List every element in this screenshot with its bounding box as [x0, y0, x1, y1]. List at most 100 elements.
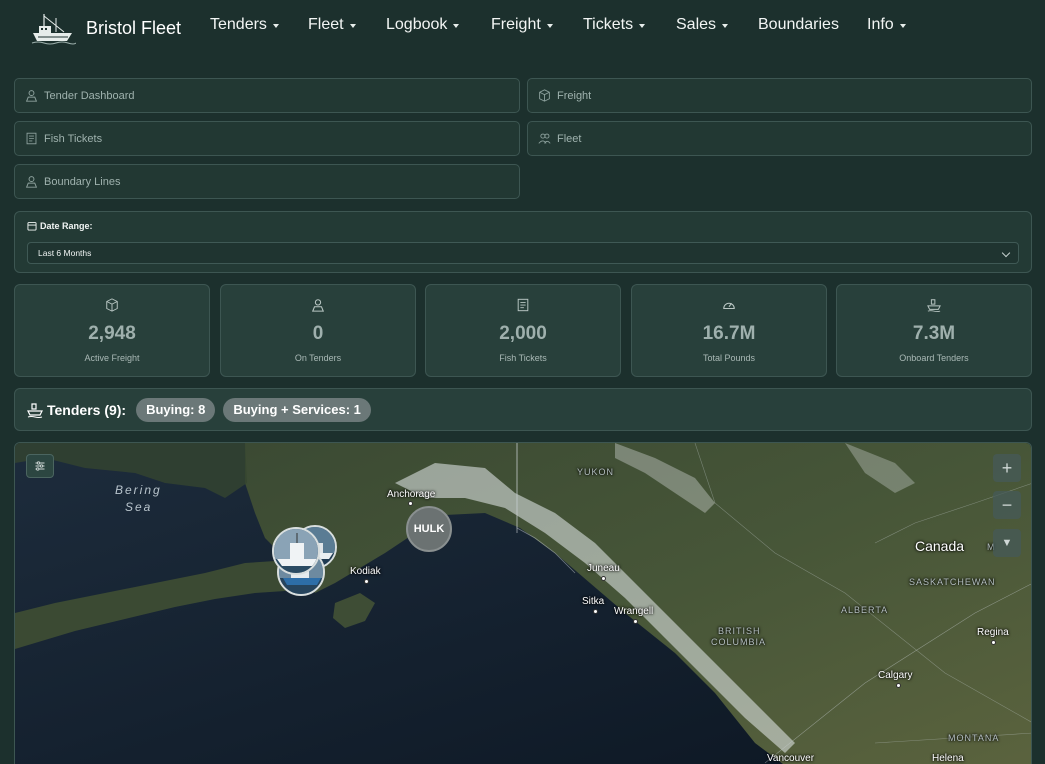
map-label-wrangell: Wrangell: [614, 606, 654, 617]
stat-on-tenders: 0 On Tenders: [220, 284, 416, 377]
user-pin-icon: [25, 90, 38, 102]
tenders-title: Tenders (9):: [27, 402, 126, 418]
tender-marker[interactable]: [272, 527, 320, 575]
map-label-sitka: Sitka: [582, 596, 605, 607]
city-dot: [896, 683, 901, 688]
nav-tenders[interactable]: Tenders: [210, 16, 279, 34]
stat-onboard-tenders: 7.3M Onboard Tenders: [836, 284, 1032, 377]
date-range-card: Date Range: Last 6 Months: [14, 211, 1032, 273]
nav-boundaries[interactable]: Boundaries: [758, 16, 839, 34]
fish-tickets-select[interactable]: Fish Tickets: [14, 121, 520, 156]
tender-dashboard-select[interactable]: Tender Dashboard: [14, 78, 520, 113]
city-dot: [633, 619, 638, 624]
stat-value: 0: [312, 323, 324, 344]
map-label-vancouver: Vancouver: [767, 753, 815, 764]
tender-marker-hulk[interactable]: HULK: [406, 506, 452, 552]
map-label-kodiak: Kodiak: [350, 566, 381, 577]
tender-dashboard-placeholder: Tender Dashboard: [44, 89, 135, 102]
stat-value: 2,948: [88, 323, 136, 344]
zoom-out-button[interactable]: −: [993, 491, 1021, 519]
user-pin-icon: [25, 176, 38, 188]
layers-button[interactable]: [26, 454, 54, 478]
map-label-calgary: Calgary: [878, 670, 913, 681]
caret-down-icon: [899, 24, 906, 28]
fishing-boat-icon: [31, 14, 76, 45]
date-range-label-text: Date Range:: [40, 221, 93, 231]
caret-down-icon: [349, 24, 356, 28]
stat-active-freight: 2,948 Active Freight: [14, 284, 210, 377]
tenders-bar: Tenders (9): Buying: 8 Buying + Services…: [14, 388, 1032, 431]
map-label-columbia: COLUMBIA: [711, 637, 767, 647]
nav-freight-label: Freight: [491, 16, 541, 33]
map-label-yukon: YUKON: [577, 467, 615, 477]
map-label-anchorage: Anchorage: [387, 489, 436, 500]
freight-placeholder: Freight: [557, 89, 592, 102]
buying-services-badge[interactable]: Buying + Services: 1: [223, 397, 371, 422]
reset-north-button[interactable]: ▼: [993, 529, 1021, 557]
map-label-alberta: ALBERTA: [841, 605, 889, 615]
date-range-select[interactable]: Last 6 Months: [27, 242, 1019, 264]
date-range-value: Last 6 Months: [38, 248, 92, 258]
brand[interactable]: Bristol Fleet: [30, 10, 181, 46]
caret-down-icon: [272, 24, 279, 28]
stat-label: On Tenders: [294, 353, 342, 363]
tender-map[interactable]: Bering Sea YUKON Anchorage Kodiak Juneau…: [14, 442, 1032, 764]
stat-value: 16.7M: [702, 323, 756, 344]
stat-total-pounds: 16.7M Total Pounds: [631, 284, 827, 377]
calendar-icon: [27, 222, 37, 231]
fleet-placeholder: Fleet: [557, 132, 582, 145]
brand-name: Bristol Fleet: [86, 17, 182, 38]
nav-sales[interactable]: Sales: [676, 16, 729, 34]
receipt-icon: [517, 298, 529, 312]
tenders-title-text: Tenders (9):: [47, 401, 127, 418]
fish-tickets-placeholder: Fish Tickets: [44, 132, 103, 145]
nav-fleet-label: Fleet: [308, 16, 344, 33]
nav-logbook[interactable]: Logbook: [386, 16, 460, 34]
map-label-canada: Canada: [915, 538, 965, 554]
stat-fish-tickets: 2,000 Fish Tickets: [425, 284, 621, 377]
nav-fleet[interactable]: Fleet: [308, 16, 356, 34]
date-range-label: Date Range:: [27, 221, 93, 231]
nav-sales-label: Sales: [676, 16, 717, 33]
buying-badge[interactable]: Buying: 8: [136, 397, 216, 422]
map-label-sea: Sea: [125, 500, 153, 514]
nav-info-label: Info: [867, 16, 894, 33]
stat-value: 2,000: [499, 323, 547, 344]
city-dot: [991, 640, 996, 645]
nav-logbook-label: Logbook: [386, 16, 448, 33]
fleet-select[interactable]: Fleet: [527, 121, 1032, 156]
stat-label: Active Freight: [84, 353, 140, 363]
nav-info[interactable]: Info: [867, 16, 906, 34]
zoom-in-button[interactable]: +: [993, 454, 1021, 482]
caret-down-icon: [722, 24, 729, 28]
map-label-montana: MONTANA: [948, 733, 1000, 743]
map-label-regina: Regina: [977, 627, 1009, 638]
caret-down-icon: [639, 24, 646, 28]
satellite-map-image: [15, 443, 1031, 764]
freight-select[interactable]: Freight: [527, 78, 1032, 113]
city-dot: [601, 576, 606, 581]
sliders-icon: [35, 461, 45, 471]
nav-tickets[interactable]: Tickets: [583, 16, 646, 34]
receipt-icon: [26, 132, 37, 145]
map-label-saskatchewan: SASKATCHEWAN: [909, 577, 996, 587]
map-label-bering: Bering: [115, 483, 162, 497]
city-dot: [408, 501, 413, 506]
stat-label: Onboard Tenders: [899, 353, 969, 363]
nav-freight[interactable]: Freight: [491, 16, 553, 34]
city-dot: [364, 579, 369, 584]
users-icon: [538, 133, 551, 144]
boundary-lines-select[interactable]: Boundary Lines: [14, 164, 520, 199]
map-label-british: BRITISH: [718, 626, 761, 636]
nav-boundaries-label: Boundaries: [758, 16, 839, 33]
chevron-down-icon: [1001, 248, 1011, 258]
box-icon: [106, 298, 118, 312]
nav-tickets-label: Tickets: [583, 16, 634, 33]
nav-tenders-label: Tenders: [210, 16, 267, 33]
caret-down-icon: [453, 24, 460, 28]
gauge-icon: [723, 302, 735, 310]
box-icon: [539, 89, 550, 102]
stat-label: Fish Tickets: [499, 353, 547, 363]
ship-icon: [27, 402, 43, 418]
stat-value: 7.3M: [912, 323, 956, 344]
